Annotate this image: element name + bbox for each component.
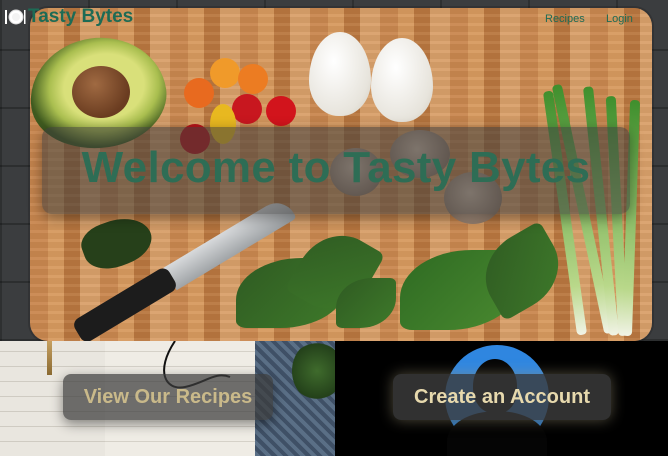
create-account-button[interactable]: Create an Account [393, 374, 611, 420]
brand-logo-text[interactable]: Tasty Bytes [28, 6, 133, 28]
hero-banner: Welcome to Tasty Bytes [42, 127, 630, 214]
hero-headline: Welcome to Tasty Bytes [81, 143, 591, 192]
plant [292, 341, 335, 401]
tomato [210, 58, 240, 88]
plate-cutlery-icon[interactable] [4, 8, 26, 26]
tomato [232, 94, 262, 124]
tomato [266, 96, 296, 126]
top-nav: Tasty Bytes Recipes Login [0, 0, 668, 36]
tomato [238, 64, 268, 94]
nav-link-login[interactable]: Login [606, 13, 633, 25]
nav-link-recipes[interactable]: Recipes [545, 13, 585, 25]
tomato [184, 78, 214, 108]
view-recipes-button[interactable]: View Our Recipes [63, 374, 273, 420]
avocado-pit [72, 66, 130, 118]
pen [47, 341, 52, 375]
